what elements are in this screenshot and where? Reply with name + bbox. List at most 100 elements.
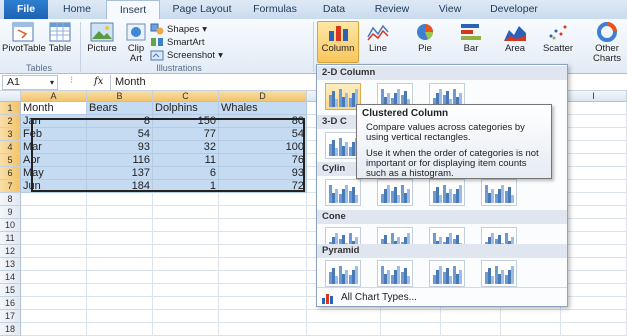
empty-cell[interactable] — [153, 193, 219, 206]
empty-cell[interactable] — [153, 258, 219, 271]
data-cell[interactable]: 184 — [87, 180, 153, 193]
empty-cell[interactable] — [561, 284, 627, 297]
empty-cell[interactable] — [561, 193, 627, 206]
row-header[interactable]: 12 — [0, 245, 21, 258]
empty-cell[interactable] — [153, 323, 219, 336]
empty-cell[interactable] — [381, 310, 441, 323]
empty-cell[interactable] — [561, 219, 627, 232]
empty-cell[interactable] — [561, 102, 627, 115]
tab-file[interactable]: File — [4, 0, 48, 19]
row-header[interactable]: 16 — [0, 297, 21, 310]
row-header[interactable]: 7 — [0, 180, 21, 193]
header-cell[interactable]: Whales — [219, 102, 307, 115]
tab-developer[interactable]: Developer — [478, 0, 550, 19]
tab-formulas[interactable]: Formulas — [244, 0, 306, 19]
empty-cell[interactable] — [87, 310, 153, 323]
data-cell[interactable]: 54 — [87, 128, 153, 141]
empty-cell[interactable] — [561, 310, 627, 323]
empty-cell[interactable] — [219, 297, 307, 310]
data-cell[interactable]: 76 — [219, 154, 307, 167]
scatter-chart-button[interactable]: Scatter — [540, 22, 576, 54]
data-cell[interactable]: Mar — [21, 141, 87, 154]
row-header[interactable]: 5 — [0, 154, 21, 167]
data-cell[interactable]: May — [21, 167, 87, 180]
empty-cell[interactable] — [219, 206, 307, 219]
pyramid-clustered-option[interactable] — [325, 260, 361, 287]
empty-cell[interactable] — [219, 271, 307, 284]
row-header[interactable]: 6 — [0, 167, 21, 180]
empty-cell[interactable] — [153, 271, 219, 284]
empty-cell[interactable] — [21, 193, 87, 206]
data-cell[interactable]: 1 — [153, 180, 219, 193]
empty-cell[interactable] — [307, 310, 381, 323]
row-header[interactable]: 11 — [0, 232, 21, 245]
empty-cell[interactable] — [21, 297, 87, 310]
row-header[interactable]: 18 — [0, 323, 21, 336]
pie-chart-button[interactable]: Pie — [410, 22, 440, 54]
data-cell[interactable]: Jan — [21, 115, 87, 128]
formula-input[interactable]: Month — [110, 75, 310, 90]
empty-cell[interactable] — [219, 193, 307, 206]
row-header[interactable]: 13 — [0, 258, 21, 271]
empty-cell[interactable] — [561, 115, 627, 128]
row-header[interactable]: 9 — [0, 206, 21, 219]
row-header[interactable]: 14 — [0, 271, 21, 284]
tab-view[interactable]: View — [422, 0, 478, 19]
data-cell[interactable]: 8 — [87, 115, 153, 128]
row-header[interactable]: 15 — [0, 284, 21, 297]
data-cell[interactable]: 72 — [219, 180, 307, 193]
empty-cell[interactable] — [307, 323, 381, 336]
empty-cell[interactable] — [441, 323, 501, 336]
insert-function-icon[interactable]: fx — [94, 76, 103, 87]
empty-cell[interactable] — [21, 245, 87, 258]
line-chart-button[interactable]: Line — [362, 22, 394, 54]
cylinder-clustered-option[interactable] — [325, 179, 361, 206]
empty-cell[interactable] — [153, 284, 219, 297]
empty-cell[interactable] — [219, 258, 307, 271]
column-header-a[interactable]: A — [21, 91, 87, 102]
data-cell[interactable]: 137 — [87, 167, 153, 180]
empty-cell[interactable] — [153, 219, 219, 232]
column-header-d[interactable]: D — [219, 91, 307, 102]
pyramid-3d-option[interactable] — [481, 260, 517, 287]
column-header-c[interactable]: C — [153, 91, 219, 102]
pivottable-button[interactable]: PivotTable — [2, 22, 46, 54]
tab-insert[interactable]: Insert — [106, 0, 160, 19]
tab-review[interactable]: Review — [362, 0, 422, 19]
data-cell[interactable]: 116 — [87, 154, 153, 167]
empty-cell[interactable] — [21, 271, 87, 284]
select-all-corner[interactable] — [0, 91, 21, 102]
other-charts-button[interactable]: Other Charts — [588, 22, 626, 64]
row-header[interactable]: 10 — [0, 219, 21, 232]
empty-cell[interactable] — [87, 232, 153, 245]
data-cell[interactable]: Feb — [21, 128, 87, 141]
header-cell[interactable]: Month — [21, 102, 87, 115]
clip-art-button[interactable]: Clip Art — [122, 22, 150, 64]
empty-cell[interactable] — [219, 310, 307, 323]
data-cell[interactable]: 32 — [153, 141, 219, 154]
header-cell[interactable]: Dolphins — [153, 102, 219, 115]
data-cell[interactable]: 54 — [219, 128, 307, 141]
column-chart-button[interactable]: Column — [318, 22, 358, 54]
row-header[interactable]: 17 — [0, 310, 21, 323]
data-cell[interactable]: 100 — [219, 141, 307, 154]
empty-cell[interactable] — [219, 219, 307, 232]
empty-cell[interactable] — [561, 245, 627, 258]
bar-chart-button[interactable]: Bar — [456, 22, 486, 54]
shapes-button[interactable]: Shapes ▾ — [150, 23, 207, 35]
empty-cell[interactable] — [87, 206, 153, 219]
data-cell[interactable]: 6 — [153, 167, 219, 180]
smartart-button[interactable]: SmartArt — [150, 36, 204, 48]
empty-cell[interactable] — [441, 310, 501, 323]
empty-cell[interactable] — [219, 284, 307, 297]
row-header[interactable]: 1 — [0, 102, 21, 115]
area-chart-button[interactable]: Area — [500, 22, 530, 54]
tab-home[interactable]: Home — [48, 0, 106, 19]
empty-cell[interactable] — [87, 297, 153, 310]
empty-cell[interactable] — [21, 284, 87, 297]
data-cell[interactable]: 93 — [219, 167, 307, 180]
empty-cell[interactable] — [87, 271, 153, 284]
data-cell[interactable]: 93 — [87, 141, 153, 154]
empty-cell[interactable] — [561, 128, 627, 141]
row-header[interactable]: 2 — [0, 115, 21, 128]
